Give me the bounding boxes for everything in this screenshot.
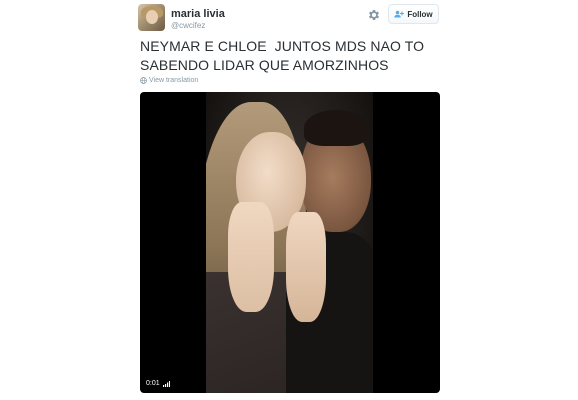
video-time-label: 0:01 <box>146 380 160 387</box>
video-player[interactable]: 0:01 <box>140 92 440 393</box>
tweet-text-line-2: SABENDO LIDAR QUE AMORZINHOS <box>140 57 389 73</box>
video-timestamp: 0:01 <box>146 380 170 387</box>
globe-icon <box>140 77 147 84</box>
avatar[interactable] <box>138 4 165 31</box>
screen-name[interactable]: @cwcifez <box>171 21 205 30</box>
video-frame <box>206 92 373 393</box>
video-figure-hand-left <box>228 202 274 312</box>
follow-button[interactable]: Follow <box>388 4 439 24</box>
gear-icon[interactable] <box>367 8 381 22</box>
follow-label: Follow <box>407 9 433 19</box>
display-name[interactable]: maria livia <box>171 8 225 20</box>
volume-bars-icon[interactable] <box>162 380 170 387</box>
tweet-card: maria livia @cwcifez Follow NEYMAR E CHL… <box>0 0 578 400</box>
add-user-icon <box>394 10 405 18</box>
view-translation-link[interactable]: View translation <box>140 77 198 84</box>
video-figure-hair-right <box>304 110 368 146</box>
video-figure-hand-right <box>286 212 326 322</box>
avatar-face <box>146 10 158 24</box>
view-translation-label: View translation <box>149 77 199 84</box>
tweet-text-line-1: NEYMAR E CHLOE JUNTOS MDS NAO TO <box>140 38 425 54</box>
tweet-text: NEYMAR E CHLOE JUNTOS MDS NAO TO SABENDO… <box>140 37 460 75</box>
